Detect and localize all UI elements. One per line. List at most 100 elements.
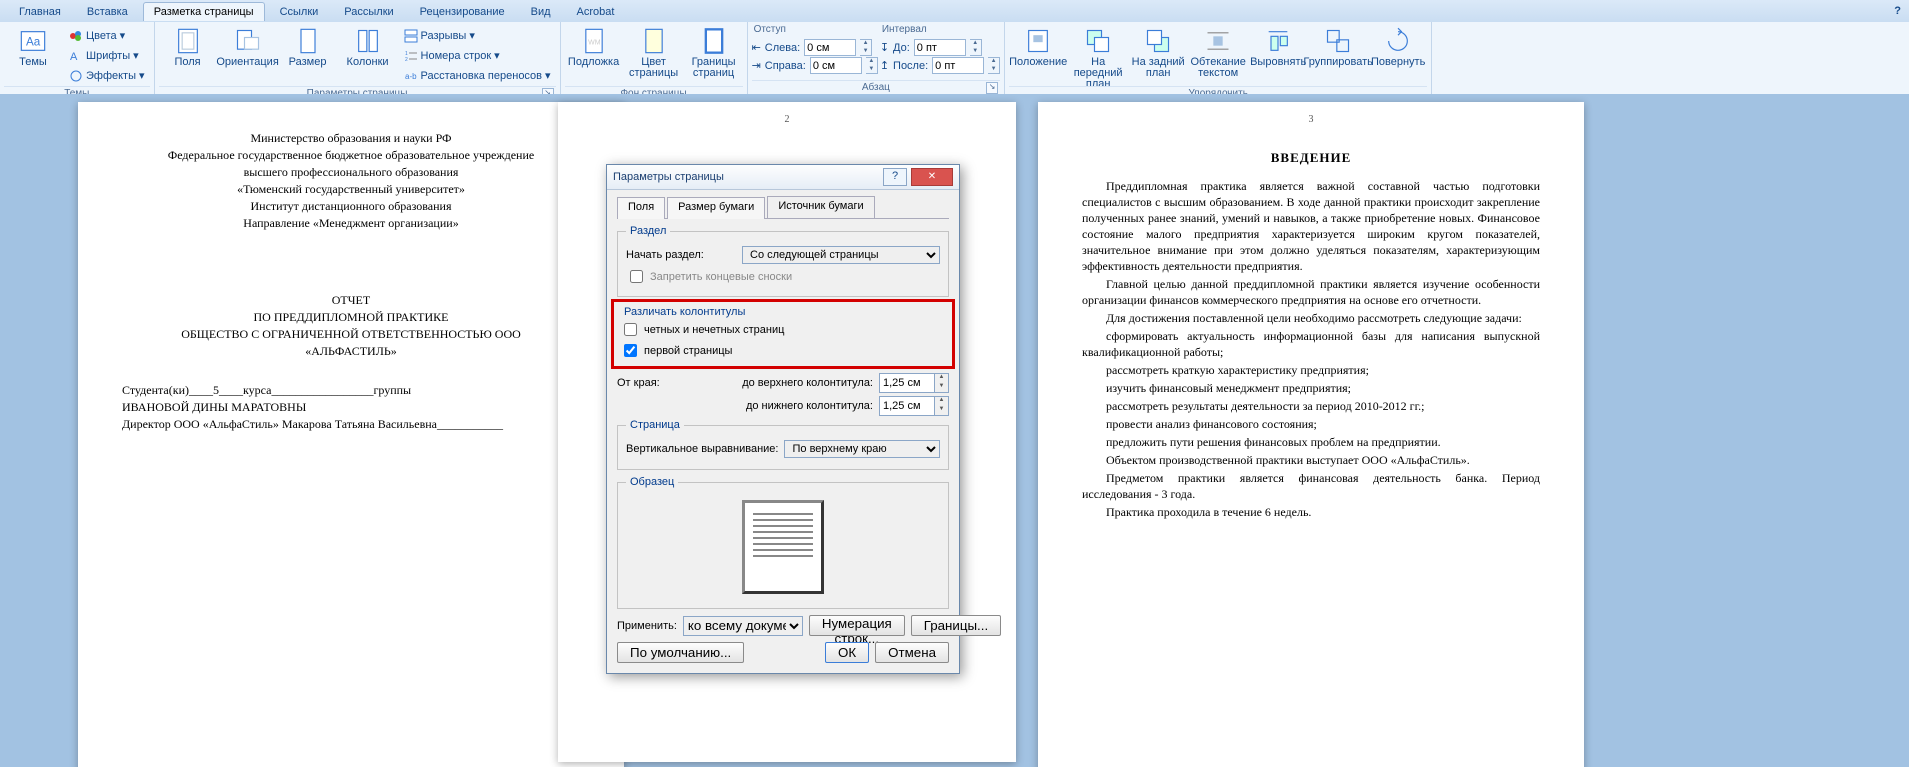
ok-button[interactable]: ОК — [825, 642, 869, 663]
space-after-input[interactable] — [932, 57, 984, 74]
theme-fonts[interactable]: AШрифты ▾ — [64, 46, 150, 65]
apply-select[interactable]: ко всему документу — [683, 616, 803, 636]
highlight-box: Различать колонтитулы четных и нечетных … — [611, 299, 955, 369]
footer-spin[interactable]: ▲▼ — [935, 396, 949, 416]
space-before-icon: ↧ — [880, 41, 889, 54]
line-numbers-button[interactable]: 12Номера строк ▾ — [399, 46, 556, 65]
ribbon-tabs: Главная Вставка Разметка страницы Ссылки… — [0, 0, 1909, 22]
effects-icon — [69, 69, 83, 83]
ribbon: Главная Вставка Разметка страницы Ссылки… — [0, 0, 1909, 95]
first-page-check[interactable] — [624, 344, 637, 357]
header-distance-input[interactable] — [879, 373, 935, 393]
page-3[interactable]: 3 ВВЕДЕНИЕ Преддипломная практика являет… — [1038, 102, 1584, 767]
colors-icon — [69, 29, 83, 43]
watermark-button[interactable]: WMПодложка — [565, 24, 623, 86]
orientation-button[interactable]: Ориентация — [219, 24, 277, 86]
svg-text:a-b: a-b — [405, 72, 417, 81]
position-button[interactable]: Положение — [1009, 24, 1067, 86]
suppress-endnotes-check[interactable] — [630, 270, 643, 283]
wrap-icon — [1204, 27, 1232, 55]
dialog-title: Параметры страницы — [613, 171, 883, 183]
line-numbers-button[interactable]: Нумерация строк... — [809, 615, 905, 636]
fonts-icon: A — [69, 49, 83, 63]
send-back-button[interactable]: На задний план — [1129, 24, 1187, 86]
footer-distance-input[interactable] — [879, 396, 935, 416]
group-button[interactable]: Группировать — [1309, 24, 1367, 86]
section-group: Раздел Начать раздел: Со следующей стран… — [617, 225, 949, 297]
document-area: Министерство образования и науки РФ Феде… — [0, 94, 1909, 767]
space-after-spin[interactable]: ▲▼ — [988, 57, 1000, 74]
indent-right-icon: ⇥ — [752, 59, 761, 72]
indent-left-input[interactable] — [804, 39, 856, 56]
columns-button[interactable]: Колонки — [339, 24, 397, 86]
breaks-button[interactable]: Разрывы ▾ — [399, 26, 556, 45]
tab-acrobat[interactable]: Acrobat — [566, 2, 626, 21]
page-setup-dialog: Параметры страницы ? ✕ Поля Размер бумаг… — [606, 164, 960, 674]
space-before-spin[interactable]: ▲▼ — [970, 39, 982, 56]
wrap-button[interactable]: Обтекание текстом — [1189, 24, 1247, 86]
indent-left-icon: ⇤ — [752, 41, 761, 54]
margins-button[interactable]: Поля — [159, 24, 217, 86]
pagecolor-icon — [640, 27, 668, 55]
dialog-help-button[interactable]: ? — [883, 168, 907, 186]
page3-heading: ВВЕДЕНИЕ — [1082, 150, 1540, 166]
help-icon[interactable]: ? — [1894, 5, 1901, 17]
space-after-icon: ↥ — [880, 59, 889, 72]
breaks-icon — [404, 29, 418, 43]
group-paragraph: Отступ ⇤Слева:▲▼ ⇥Справа:▲▼ Интервал ↧До… — [748, 22, 1006, 94]
linenumbers-icon: 12 — [404, 49, 418, 63]
dialog-tabs: Поля Размер бумаги Источник бумаги — [617, 196, 949, 219]
bring-front-button[interactable]: На передний план — [1069, 24, 1127, 86]
theme-colors[interactable]: Цвета ▾ — [64, 26, 150, 45]
align-button[interactable]: Выровнять — [1249, 24, 1307, 86]
tab-mailings[interactable]: Рассылки — [333, 2, 404, 21]
group-page-setup: Поля Ориентация Размер Колонки Разрывы ▾… — [155, 22, 561, 94]
header-spin[interactable]: ▲▼ — [935, 373, 949, 393]
size-button[interactable]: Размер — [279, 24, 337, 86]
page2-number: 2 — [558, 114, 1016, 125]
tab-references[interactable]: Ссылки — [269, 2, 330, 21]
section-start-select[interactable]: Со следующей страницы — [742, 246, 940, 264]
hyphenation-button[interactable]: a-bРасстановка переносов ▾ — [399, 66, 556, 85]
group-page-background: WMПодложка Цвет страницы Границы страниц… — [561, 22, 748, 94]
tab-review[interactable]: Рецензирование — [409, 2, 516, 21]
indent-right-spin[interactable]: ▲▼ — [866, 57, 878, 74]
valign-label: Вертикальное выравнивание: — [626, 443, 778, 455]
tab-page-layout[interactable]: Разметка страницы — [143, 2, 265, 21]
watermark-icon: WM — [580, 27, 608, 55]
page1-header: Министерство образования и науки РФ Феде… — [122, 130, 580, 232]
borders-button[interactable]: Границы... — [911, 615, 1001, 636]
svg-text:WM: WM — [588, 40, 601, 47]
apply-label: Применить: — [617, 620, 677, 632]
space-before-input[interactable] — [914, 39, 966, 56]
valign-select[interactable]: По верхнему краю — [784, 440, 940, 458]
paragraph-launcher[interactable]: ↘ — [986, 82, 998, 94]
themes-button[interactable]: Aa Темы — [4, 24, 62, 86]
page1-student: Студента(ки)____5____курса______________… — [122, 382, 580, 433]
dlg-tab-margins[interactable]: Поля — [617, 197, 665, 219]
preview-group: Образец — [617, 476, 949, 609]
tab-view[interactable]: Вид — [520, 2, 562, 21]
default-button[interactable]: По умолчанию... — [617, 642, 744, 663]
theme-effects[interactable]: Эффекты ▾ — [64, 66, 150, 85]
odd-even-check[interactable] — [624, 323, 637, 336]
page-color-button[interactable]: Цвет страницы — [625, 24, 683, 86]
rotate-button[interactable]: Повернуть — [1369, 24, 1427, 86]
section-start-label: Начать раздел: — [626, 249, 736, 261]
dlg-tab-paper[interactable]: Размер бумаги — [667, 197, 765, 219]
indent-right-input[interactable] — [810, 57, 862, 74]
tab-home[interactable]: Главная — [8, 2, 72, 21]
dialog-close-button[interactable]: ✕ — [911, 168, 953, 186]
themes-icon: Aa — [19, 27, 47, 55]
page-group: Страница Вертикальное выравнивание: По в… — [617, 419, 949, 470]
indent-left-spin[interactable]: ▲▼ — [860, 39, 872, 56]
tab-insert[interactable]: Вставка — [76, 2, 139, 21]
page-1[interactable]: Министерство образования и науки РФ Феде… — [78, 102, 624, 767]
cancel-button[interactable]: Отмена — [875, 642, 949, 663]
page-borders-button[interactable]: Границы страниц — [685, 24, 743, 86]
align-icon — [1264, 27, 1292, 55]
borders-icon — [700, 27, 728, 55]
preview-sample — [742, 500, 824, 594]
dialog-titlebar[interactable]: Параметры страницы ? ✕ — [607, 165, 959, 190]
dlg-tab-layout[interactable]: Источник бумаги — [767, 196, 874, 218]
